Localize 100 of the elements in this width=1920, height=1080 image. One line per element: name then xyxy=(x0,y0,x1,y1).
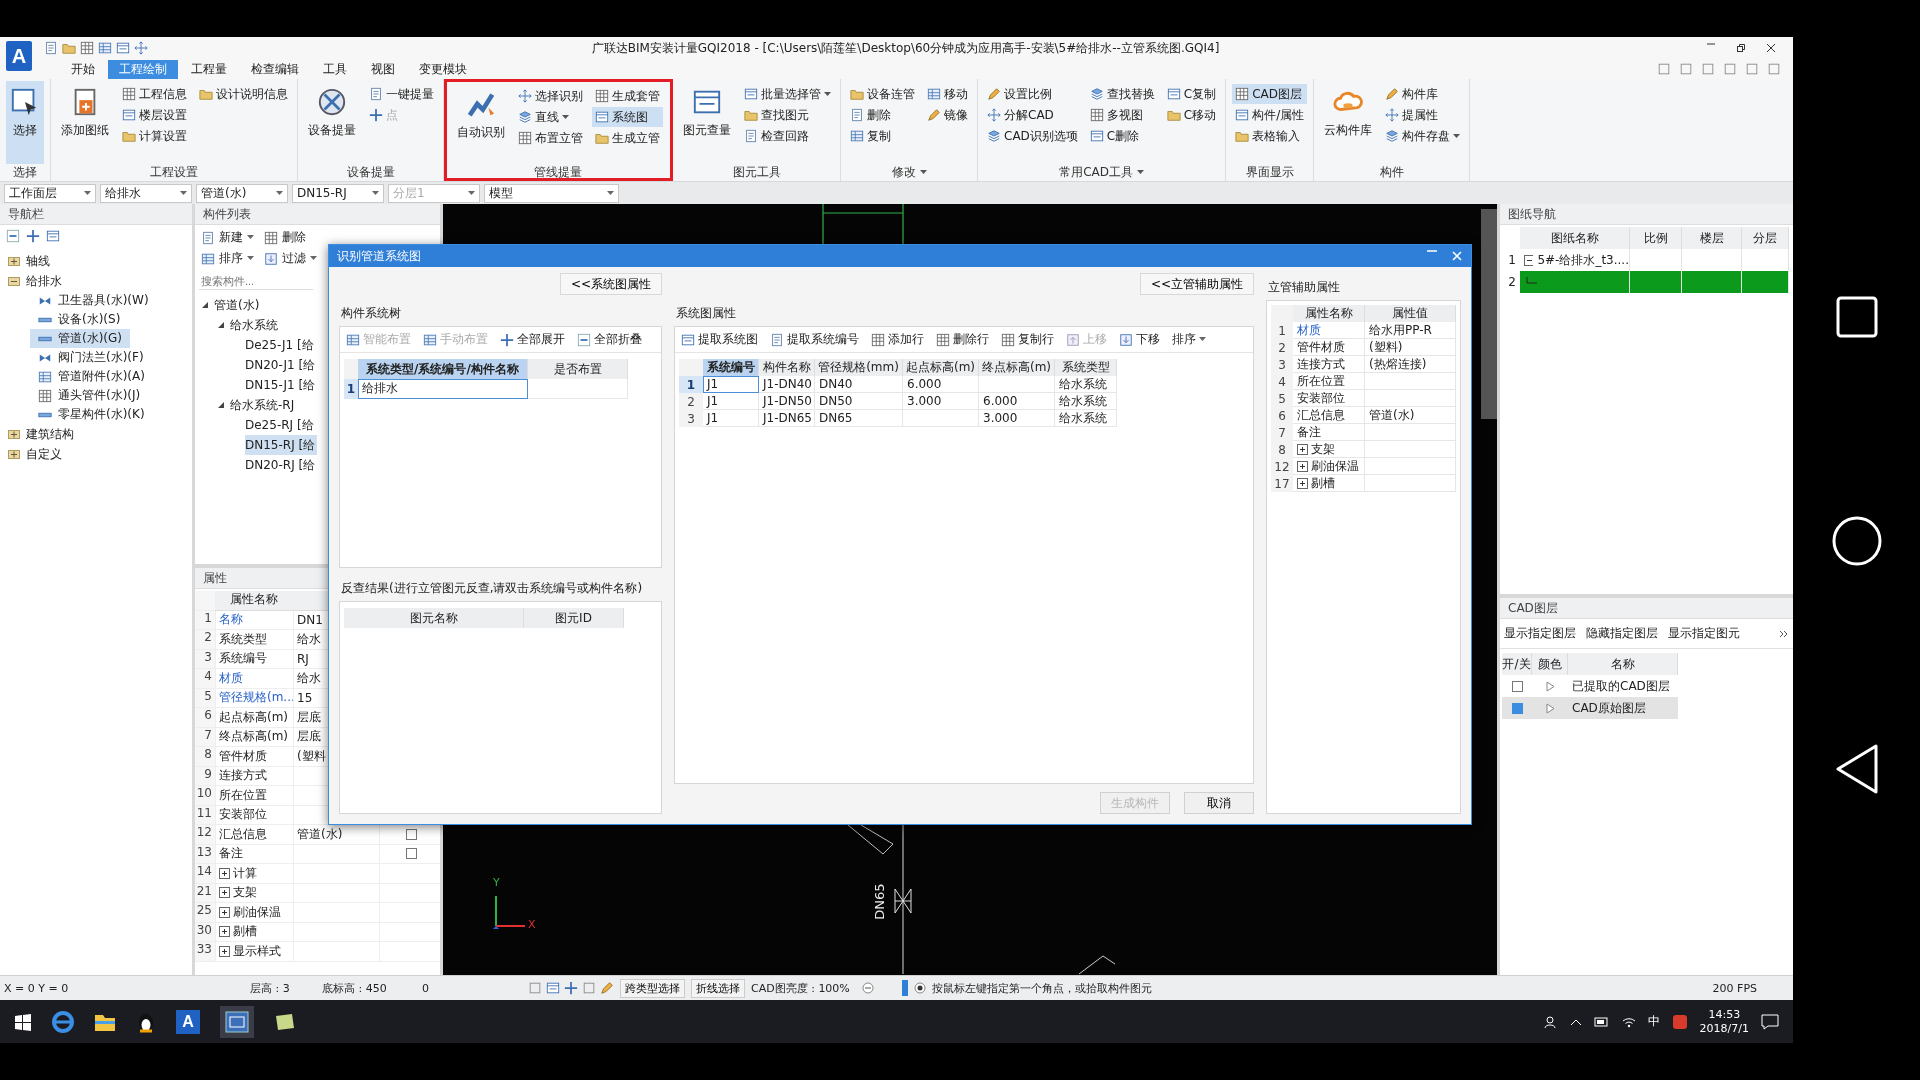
ribbon-button[interactable]: 选择 xyxy=(6,81,44,164)
column-header[interactable]: 构件名称 xyxy=(759,359,815,376)
ribbon-button[interactable]: 设计说明信息 xyxy=(196,84,291,104)
tree-item[interactable]: 轴线 xyxy=(0,251,58,271)
column-header[interactable]: 终点标高(m) xyxy=(979,359,1055,376)
toolbar-button[interactable]: 删除行 xyxy=(936,331,989,348)
column-header[interactable]: 管径规格(mm) xyxy=(815,359,903,376)
notepad-icon[interactable] xyxy=(274,1011,296,1032)
ribbon-button[interactable]: 选择识别 xyxy=(515,86,586,106)
table-cell[interactable] xyxy=(528,379,628,399)
ribbon-button[interactable]: 复制 xyxy=(847,126,918,146)
row-number[interactable]: 3 xyxy=(679,410,703,427)
ribbon-button[interactable]: 云构件库 xyxy=(1320,81,1377,164)
table-cell[interactable]: J1-DN50 xyxy=(759,393,815,410)
tree-item[interactable]: DN15-RJ [给 xyxy=(245,435,318,455)
taskbar-app[interactable]: A xyxy=(176,1009,200,1034)
tree-item[interactable]: DN20-RJ [给 xyxy=(245,455,318,475)
table-cell[interactable]: J1-DN40 xyxy=(759,376,815,393)
checkbox[interactable] xyxy=(406,828,417,840)
table-cell[interactable]: 给水系统 xyxy=(1055,410,1117,427)
toolbar-button[interactable]: 添加行 xyxy=(871,331,924,348)
ribbon-button[interactable]: 生成立管 xyxy=(592,128,663,148)
tree-item[interactable]: 给水系统 xyxy=(217,315,280,335)
toolbar-button[interactable]: 提取系统编号 xyxy=(770,331,859,348)
tree-item[interactable]: 零星构件(水)(K) xyxy=(30,405,153,424)
toolbar-button[interactable]: 排序 xyxy=(201,250,254,267)
recent-apps-icon[interactable] xyxy=(1834,295,1879,339)
table-cell[interactable]: DN50 xyxy=(815,393,903,410)
checkbox[interactable] xyxy=(1511,702,1523,714)
tree-item[interactable]: 管道(水) xyxy=(201,295,262,315)
notification-icon[interactable] xyxy=(1761,1013,1779,1030)
dropdown[interactable]: 工作面层 xyxy=(4,183,96,203)
ribbon-button[interactable]: 添加图纸 xyxy=(57,81,113,164)
tree-item[interactable]: 管道(水)(G) xyxy=(30,329,131,348)
slider-handle[interactable] xyxy=(901,980,908,996)
checkbox[interactable] xyxy=(1511,680,1523,692)
ribbon-button[interactable]: 提属性 xyxy=(1382,105,1464,125)
row-number[interactable]: 1 xyxy=(679,376,703,393)
column-header[interactable]: 是否布置 xyxy=(528,359,628,379)
ribbon-button[interactable]: 批量选择管 xyxy=(741,84,834,104)
toolbar-button[interactable]: 删除 xyxy=(264,229,306,246)
input-method-indicator[interactable]: 中 xyxy=(1647,1013,1660,1030)
table-cell[interactable]: 6.000 xyxy=(979,393,1055,410)
table-cell[interactable]: 3.000 xyxy=(979,410,1055,427)
toolbar-button[interactable]: 过滤 xyxy=(264,250,317,267)
tree-item[interactable]: De25-RJ [给 xyxy=(245,415,316,435)
ribbon-button[interactable]: 楼层设置 xyxy=(119,105,190,125)
cad-app-icon[interactable] xyxy=(220,1005,254,1038)
ribbon-button[interactable]: CAD识别选项 xyxy=(984,126,1081,146)
shield-icon[interactable] xyxy=(1671,1013,1688,1030)
ribbon-button[interactable]: C移动 xyxy=(1163,105,1220,125)
ribbon-tab[interactable]: 开始 xyxy=(60,59,106,79)
wifi-icon[interactable] xyxy=(1621,1015,1636,1028)
ribbon-button[interactable]: CAD图层 xyxy=(1232,84,1308,104)
ribbon-tab[interactable]: 变更模块 xyxy=(408,59,478,79)
checkbox[interactable] xyxy=(406,848,417,860)
ribbon-button[interactable]: 镜像 xyxy=(924,105,971,125)
ribbon-button[interactable]: 图元查量 xyxy=(679,81,735,164)
dropdown[interactable]: 管道(水) xyxy=(196,183,288,203)
ribbon-button[interactable]: 构件/属性 xyxy=(1232,105,1308,125)
tree-item[interactable]: DN15-J1 [给 xyxy=(245,375,318,395)
ribbon-button[interactable]: 直线 xyxy=(515,107,586,127)
toolbar-button[interactable]: 全部折叠 xyxy=(577,331,642,348)
ribbon-button[interactable]: 一键提量 xyxy=(366,84,437,104)
toggle-button[interactable]: <<系统图属性 xyxy=(559,273,662,295)
ribbon-button[interactable]: 工程信息 xyxy=(119,84,190,104)
table-row[interactable]: 已提取的CAD图层 xyxy=(1502,675,1678,697)
ribbon-button[interactable]: 自动识别 xyxy=(453,83,509,164)
toolbar-button[interactable]: 提取系统图 xyxy=(681,331,758,348)
ribbon-button[interactable]: 构件库 xyxy=(1382,84,1464,104)
app-logo[interactable]: A xyxy=(6,41,32,71)
ribbon-button[interactable]: 检查回路 xyxy=(741,126,834,146)
toolbar-button[interactable]: 全部展开 xyxy=(500,331,565,348)
tree-item[interactable]: 阀门法兰(水)(F) xyxy=(30,348,152,367)
table-cell[interactable]: 给水系统 xyxy=(1055,376,1117,393)
ribbon-button[interactable]: 设置比例 xyxy=(984,84,1081,104)
toolbar-button[interactable]: 显示指定图层 xyxy=(1504,625,1576,642)
column-header[interactable]: 起点标高(m) xyxy=(903,359,979,376)
table-cell[interactable]: J1-DN65 xyxy=(759,410,815,427)
battery-icon[interactable] xyxy=(1593,1015,1610,1028)
tree-item[interactable]: DN20-J1 [给 xyxy=(245,355,318,375)
tree-item[interactable]: 设备(水)(S) xyxy=(30,310,129,329)
close-icon[interactable] xyxy=(1451,250,1463,262)
ribbon-button[interactable]: 表格输入 xyxy=(1232,126,1308,146)
table-cell[interactable]: DN65 xyxy=(815,410,903,427)
table-cell[interactable]: J1 xyxy=(703,410,759,427)
table-cell[interactable]: 给水系统 xyxy=(1055,393,1117,410)
tree-item[interactable]: 给排水 xyxy=(0,271,70,291)
table-cell[interactable] xyxy=(903,410,979,427)
dialog-button[interactable]: 取消 xyxy=(1184,792,1254,814)
ribbon-button[interactable]: 删除 xyxy=(847,105,918,125)
ribbon-button[interactable]: C复制 xyxy=(1163,84,1220,104)
dropdown[interactable]: DN15-RJ xyxy=(292,183,384,203)
ribbon-button[interactable]: 查找替换 xyxy=(1086,84,1158,104)
tree-item[interactable]: 自定义 xyxy=(0,444,70,464)
browser-icon[interactable] xyxy=(52,1010,74,1033)
table-row[interactable]: CAD原始图层 xyxy=(1502,697,1678,719)
toolbar-button[interactable]: 新建 xyxy=(201,229,254,246)
ribbon-button[interactable]: 布置立管 xyxy=(515,128,586,148)
tree-item[interactable]: De25-J1 [给 xyxy=(245,335,316,355)
